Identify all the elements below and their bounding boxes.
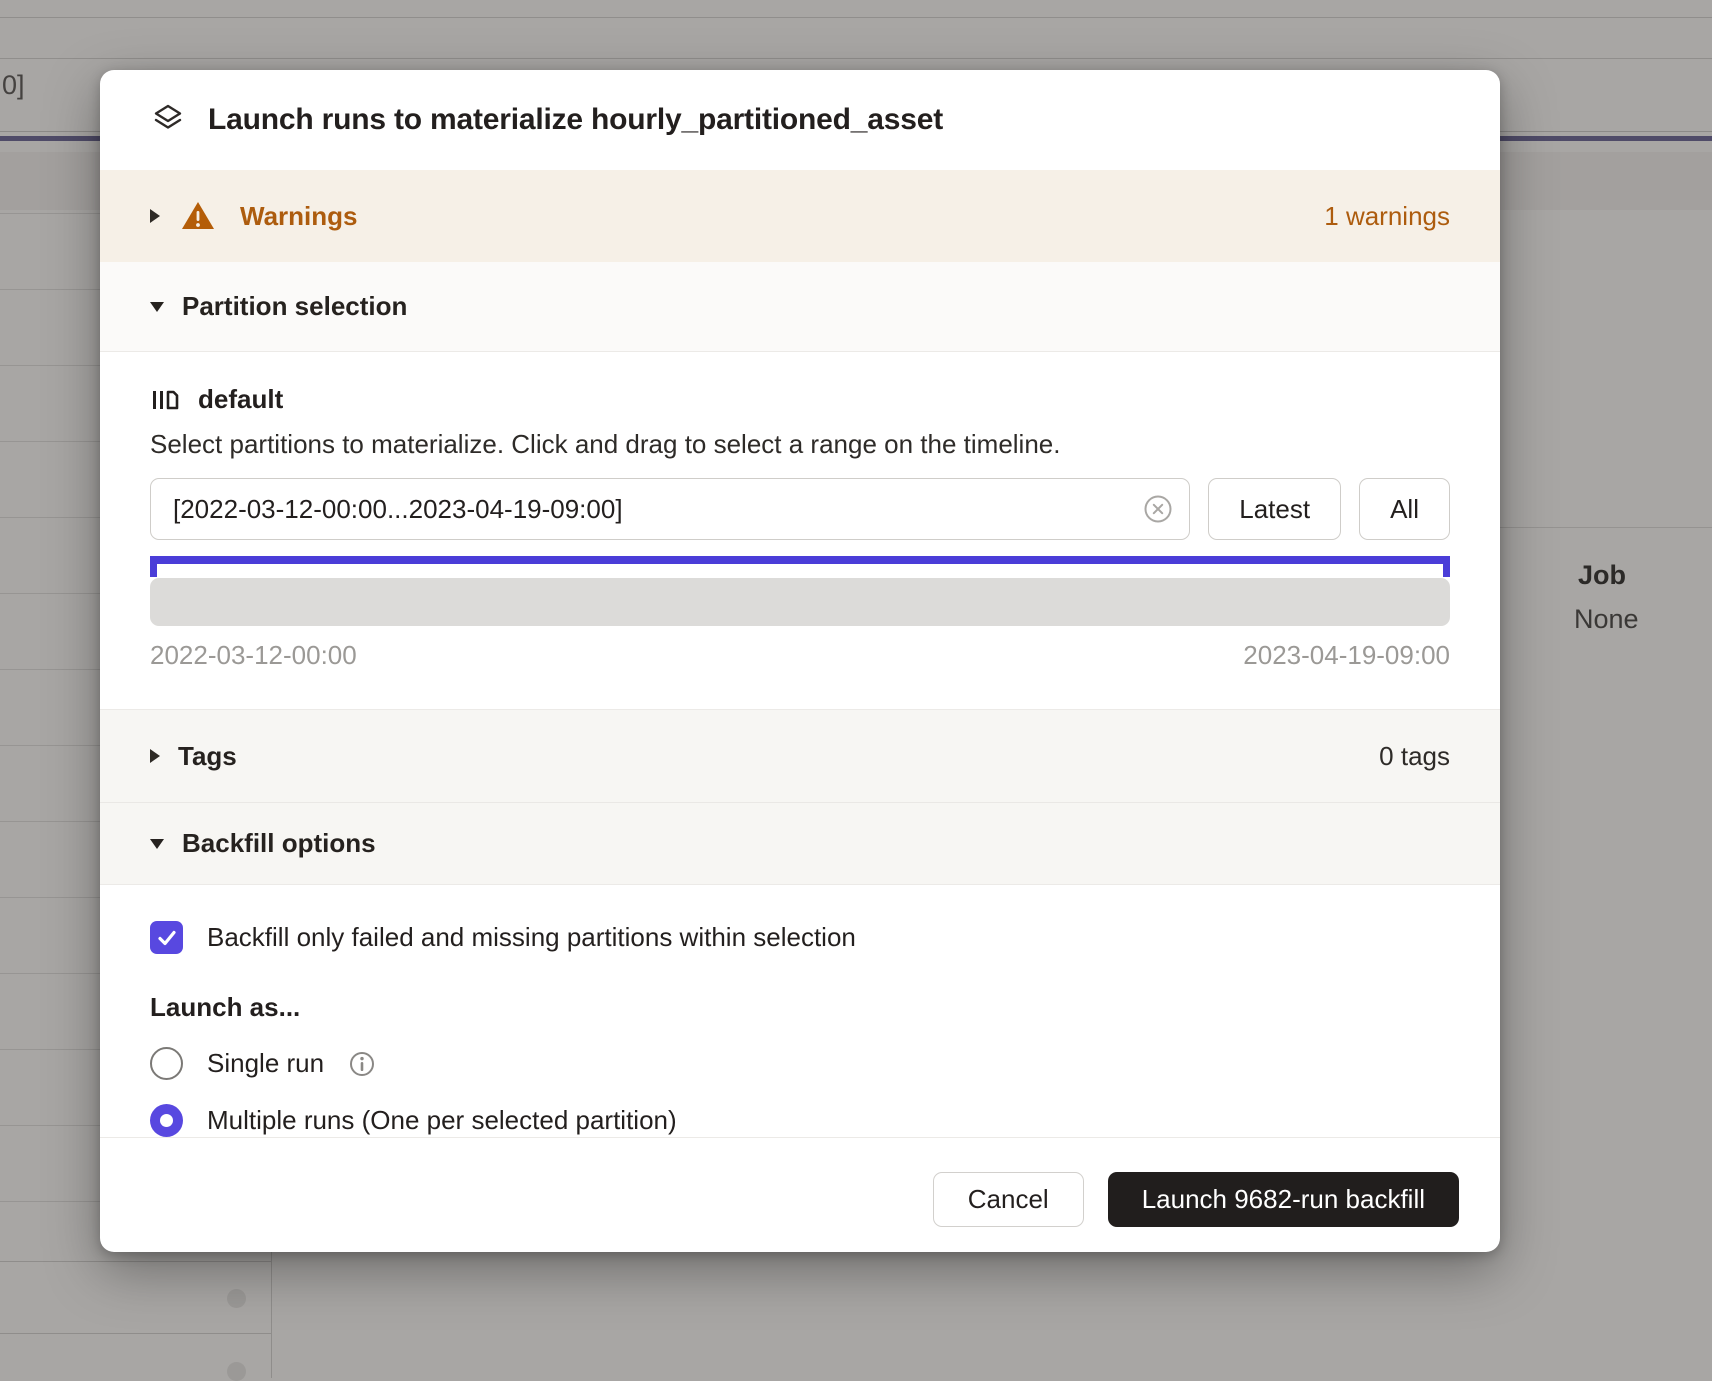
backfill-options-section-header[interactable]: Backfill options [100,802,1500,885]
dialog-footer: Cancel Launch 9682-run backfill [100,1137,1500,1252]
background-job-value: None [1574,604,1639,635]
only-failed-checkbox[interactable] [150,921,183,954]
chevron-right-icon [150,749,160,763]
cancel-button[interactable]: Cancel [933,1172,1084,1227]
selection-range-bracket [150,556,1450,564]
background-divider [0,1333,271,1334]
warnings-count: 1 warnings [1324,201,1450,232]
launch-backfill-dialog: Launch runs to materialize hourly_partit… [100,70,1500,1252]
partition-selection-content: default Select partitions to materialize… [100,352,1500,709]
dialog-header: Launch runs to materialize hourly_partit… [100,70,1500,170]
latest-button[interactable]: Latest [1208,478,1341,540]
dialog-title: Launch runs to materialize hourly_partit… [208,103,943,137]
partition-help-text: Select partitions to materialize. Click … [150,429,1450,460]
launch-as-label: Launch as... [150,992,1450,1023]
backfill-options-content: Backfill only failed and missing partiti… [100,885,1500,1137]
tags-label: Tags [178,741,237,772]
chevron-down-icon [150,302,164,312]
background-divider [1500,527,1712,528]
only-failed-checkbox-label: Backfill only failed and missing partiti… [207,922,856,953]
background-table-rows [0,213,100,1252]
background-job-column-header: Job [1578,560,1626,591]
range-start-label: 2022-03-12-00:00 [150,640,357,671]
info-icon[interactable] [348,1050,376,1078]
partition-icon [150,385,180,415]
tags-section-header[interactable]: Tags 0 tags [100,709,1500,802]
background-status-dot [227,1362,246,1381]
partition-selection-label: Partition selection [182,291,407,322]
partition-range-field [150,478,1190,540]
background-divider [0,58,1712,59]
background-divider [271,1252,272,1378]
warnings-section-header[interactable]: Warnings 1 warnings [100,170,1500,262]
single-run-label: Single run [207,1048,324,1079]
background-divider [0,17,1712,18]
partition-timeline[interactable] [150,578,1450,626]
background-clipped-text: 0] [2,70,25,101]
launch-backfill-button[interactable]: Launch 9682-run backfill [1108,1172,1459,1227]
warnings-label: Warnings [240,201,357,232]
circle-x-icon [1142,493,1174,525]
asset-layers-icon [150,102,186,138]
chevron-right-icon [150,209,160,223]
warning-triangle-icon [180,200,216,232]
partition-selection-section-header[interactable]: Partition selection [100,262,1500,352]
chevron-down-icon [150,839,164,849]
clear-selection-button[interactable] [1141,492,1175,526]
range-end-label: 2023-04-19-09:00 [1243,640,1450,671]
multiple-runs-label: Multiple runs (One per selected partitio… [207,1105,677,1136]
multiple-runs-radio[interactable] [150,1104,183,1137]
backfill-options-label: Backfill options [182,828,376,859]
tags-count: 0 tags [1379,741,1450,772]
single-run-radio[interactable] [150,1047,183,1080]
all-button[interactable]: All [1359,478,1450,540]
partition-range-input[interactable] [173,494,1141,525]
background-divider [0,1261,271,1262]
dimension-name: default [198,384,283,415]
background-status-dot [227,1289,246,1308]
